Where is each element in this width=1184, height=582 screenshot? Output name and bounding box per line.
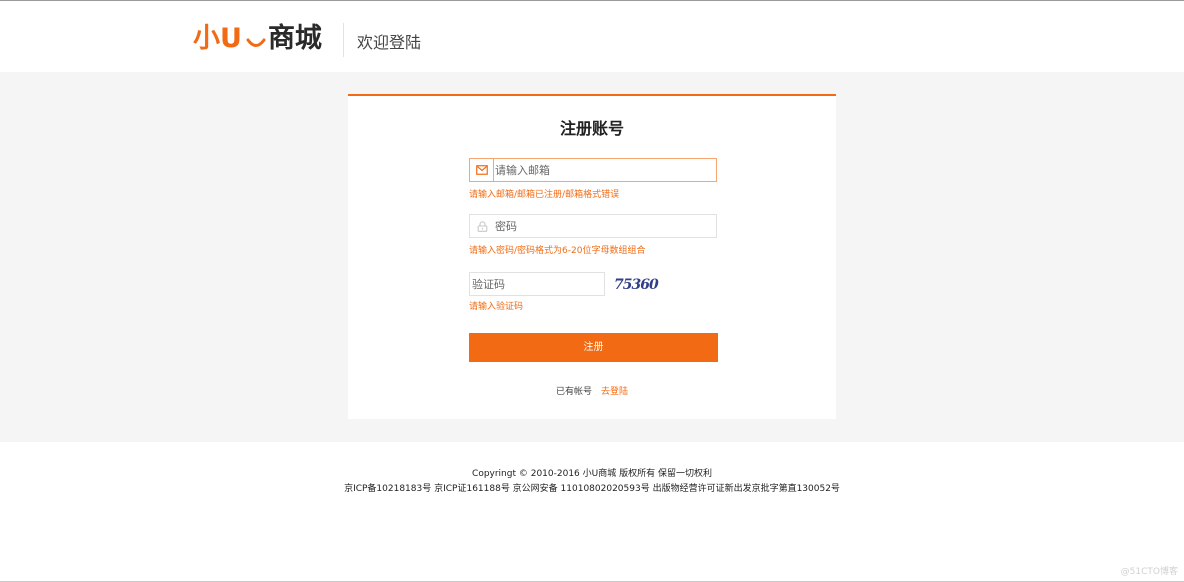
header-divider	[343, 23, 344, 57]
header: 小U 商城 欢迎登陆	[0, 1, 1184, 72]
password-input[interactable]	[494, 216, 705, 236]
captcha-hint: 请输入验证码	[469, 302, 524, 312]
password-field-wrapper	[469, 214, 717, 238]
register-button[interactable]: 注册	[469, 333, 718, 362]
logo-text-mall: 商城	[267, 23, 322, 54]
register-card: 注册账号 请输入邮箱/邮箱已注册/邮箱格式错误 请输入	[348, 94, 836, 419]
footer-copyright: Copyringt © 2010-2016 小U商城 版权所有 保留一切权利	[472, 469, 712, 479]
site-logo[interactable]: 小U 商城	[193, 22, 322, 56]
smile-icon	[245, 28, 267, 50]
header-subtitle: 欢迎登陆	[357, 33, 422, 52]
email-field-wrapper	[469, 158, 717, 182]
email-input[interactable]	[494, 160, 705, 180]
password-hint: 请输入密码/密码格式为6-20位字母数组组合	[469, 246, 646, 256]
footer-licenses: 京ICP备10218183号 京ICP证161188号 京公网安备 110108…	[344, 484, 840, 494]
page: 小U 商城 欢迎登陆 注册账号 请输入邮箱/邮箱已注册/邮箱格式错误	[0, 0, 1184, 582]
footer: Copyringt © 2010-2016 小U商城 版权所有 保留一切权利 京…	[0, 467, 1184, 497]
captcha-field-wrapper	[469, 272, 605, 296]
captcha-image[interactable]: 75360	[614, 276, 659, 294]
go-login-link[interactable]: 去登陆	[601, 387, 628, 397]
email-hint: 请输入邮箱/邮箱已注册/邮箱格式错误	[469, 190, 620, 200]
captcha-input[interactable]	[470, 274, 602, 294]
watermark: @51CTO博客	[1120, 567, 1178, 577]
logo-text-brand: 小U	[193, 23, 242, 54]
envelope-icon	[470, 159, 494, 181]
has-account-text: 已有帐号	[556, 387, 593, 397]
login-prompt: 已有帐号 去登陆	[348, 386, 836, 398]
lock-icon	[470, 215, 494, 237]
form-title: 注册账号	[559, 119, 624, 138]
